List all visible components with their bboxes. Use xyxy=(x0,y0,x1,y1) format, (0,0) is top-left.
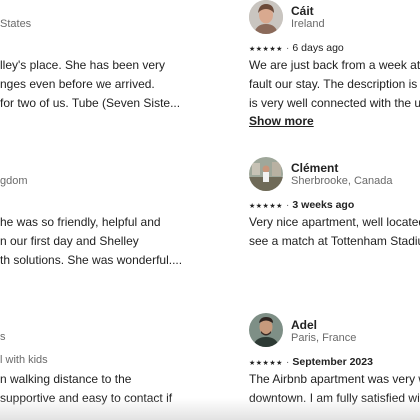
separator-dot: · xyxy=(285,356,290,368)
reviewer-name[interactable]: Cáit xyxy=(291,4,314,18)
review-text-line: The Airbnb apartment was very w xyxy=(249,372,420,386)
reviewer-location: Ireland xyxy=(291,18,325,30)
review-text-line: We are just back from a week at Sh xyxy=(249,58,420,72)
reviewer-location: States xyxy=(0,18,32,30)
review-text-line: n our first day and Shelley xyxy=(0,234,139,248)
review-date: September 2023 xyxy=(292,356,373,368)
review-text: We are just back from a week at Sh fault… xyxy=(249,56,420,113)
review-text-line: he was so friendly, helpful and xyxy=(0,215,161,229)
trip-type: l with kids xyxy=(0,354,48,366)
reviewer-name[interactable]: Adel xyxy=(291,318,317,332)
review-text-line: fault our stay. The description is 10 xyxy=(249,77,420,91)
show-more-link[interactable]: Show more xyxy=(249,114,314,128)
star-rating-icon: ★★★★★ xyxy=(249,203,283,210)
avatar-photo xyxy=(249,0,283,34)
reviewer-location: s xyxy=(0,331,6,343)
star-rating-icon: ★★★★★ xyxy=(249,360,283,367)
reviewer-name[interactable]: Clément xyxy=(291,161,338,175)
review-text-line: is very well connected with the un xyxy=(249,96,420,110)
review-text-line: lley's place. She has been very xyxy=(0,58,166,72)
review-meta: ★★★★★ · 6 days ago xyxy=(249,42,344,54)
review-text: Very nice apartment, well located see a … xyxy=(249,213,420,251)
reviewer-location: gdom xyxy=(0,175,28,187)
review-text-line: th solutions. She was wonderful.... xyxy=(0,253,183,267)
review-text-line: Very nice apartment, well located xyxy=(249,215,420,229)
avatar-photo xyxy=(249,313,283,347)
review-text-line: nges even before we arrived. xyxy=(0,77,155,91)
review-text: he was so friendly, helpful and n our fi… xyxy=(0,213,182,270)
reviewer-location: Sherbrooke, Canada xyxy=(291,175,393,187)
review-meta: ★★★★★ · 3 weeks ago xyxy=(249,199,354,211)
avatar-photo xyxy=(249,157,283,191)
avatar[interactable] xyxy=(249,0,283,34)
review-meta: ★★★★★ · September 2023 xyxy=(249,356,373,368)
separator-dot: · xyxy=(285,42,290,54)
review-text-line: see a match at Tottenham Stadium xyxy=(249,234,420,248)
review-text: lley's place. She has been very nges eve… xyxy=(0,56,180,113)
review-date: 6 days ago xyxy=(292,42,344,54)
avatar[interactable] xyxy=(249,313,283,347)
review-date: 3 weeks ago xyxy=(292,199,355,211)
bottom-fade-overlay xyxy=(0,398,420,420)
review-text-line: for two of us. Tube (Seven Siste... xyxy=(0,96,181,110)
separator-dot: · xyxy=(285,199,290,211)
star-rating-icon: ★★★★★ xyxy=(249,46,283,53)
avatar[interactable] xyxy=(249,157,283,191)
review-text-line: n walking distance to the xyxy=(0,372,132,386)
reviewer-location: Paris, France xyxy=(291,332,357,344)
